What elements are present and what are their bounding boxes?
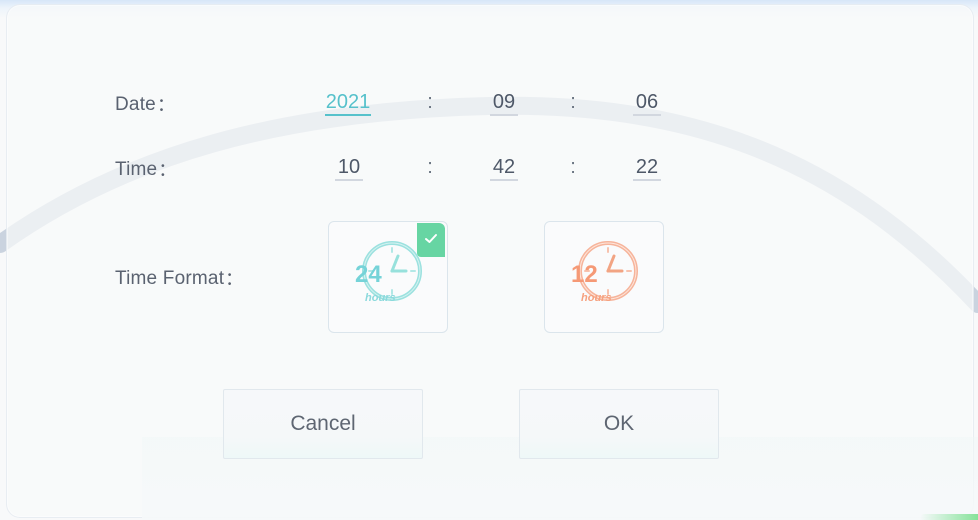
day-field[interactable]: 06 — [628, 87, 666, 117]
month-field[interactable]: 09 — [485, 87, 523, 117]
date-label-text: Date — [115, 94, 156, 115]
time-separator-1: : — [427, 156, 433, 178]
ok-button-label: OK — [603, 412, 635, 435]
format-12-unit: hours — [581, 292, 612, 304]
format-24-number: 24 — [355, 261, 382, 288]
datetime-settings-screen: Date： 2021 : 09 : 06 Time： 10 : 42 : 22 … — [0, 0, 978, 520]
selected-format-badge — [417, 223, 445, 257]
clock-12-hours-icon: 12 hours — [571, 241, 638, 304]
time-format-label-text: Time Format — [115, 268, 225, 289]
minute-field[interactable]: 42 — [485, 152, 523, 182]
cancel-button-label: Cancel — [290, 412, 356, 435]
minute-value: 42 — [490, 155, 518, 181]
settings-dialog — [6, 4, 974, 518]
date-separator-1: : — [427, 91, 433, 113]
time-format-label: Time Format： — [115, 264, 243, 290]
time-label: Time： — [115, 155, 177, 181]
hour-field[interactable]: 10 — [330, 152, 368, 182]
year-value: 2021 — [324, 90, 372, 116]
date-label-suffix: ： — [156, 95, 176, 115]
hour-value: 10 — [335, 155, 363, 181]
format-12-number: 12 — [571, 261, 598, 288]
time-label-suffix: ： — [158, 160, 177, 180]
second-field[interactable]: 22 — [628, 152, 666, 182]
day-value: 06 — [633, 90, 661, 116]
format-option-12-hours[interactable]: 12 hours — [544, 221, 664, 333]
check-icon — [425, 234, 437, 243]
time-separator-2: : — [570, 156, 576, 178]
year-field[interactable]: 2021 — [318, 87, 378, 117]
cancel-button[interactable]: Cancel — [223, 389, 423, 459]
time-label-text: Time — [115, 159, 158, 180]
format-24-unit: hours — [365, 292, 396, 304]
time-format-label-suffix: ： — [225, 269, 244, 289]
second-value: 22 — [633, 155, 661, 181]
ok-button[interactable]: OK — [519, 389, 719, 459]
month-value: 09 — [490, 90, 518, 116]
date-separator-2: : — [570, 91, 576, 113]
date-label: Date： — [115, 90, 175, 116]
